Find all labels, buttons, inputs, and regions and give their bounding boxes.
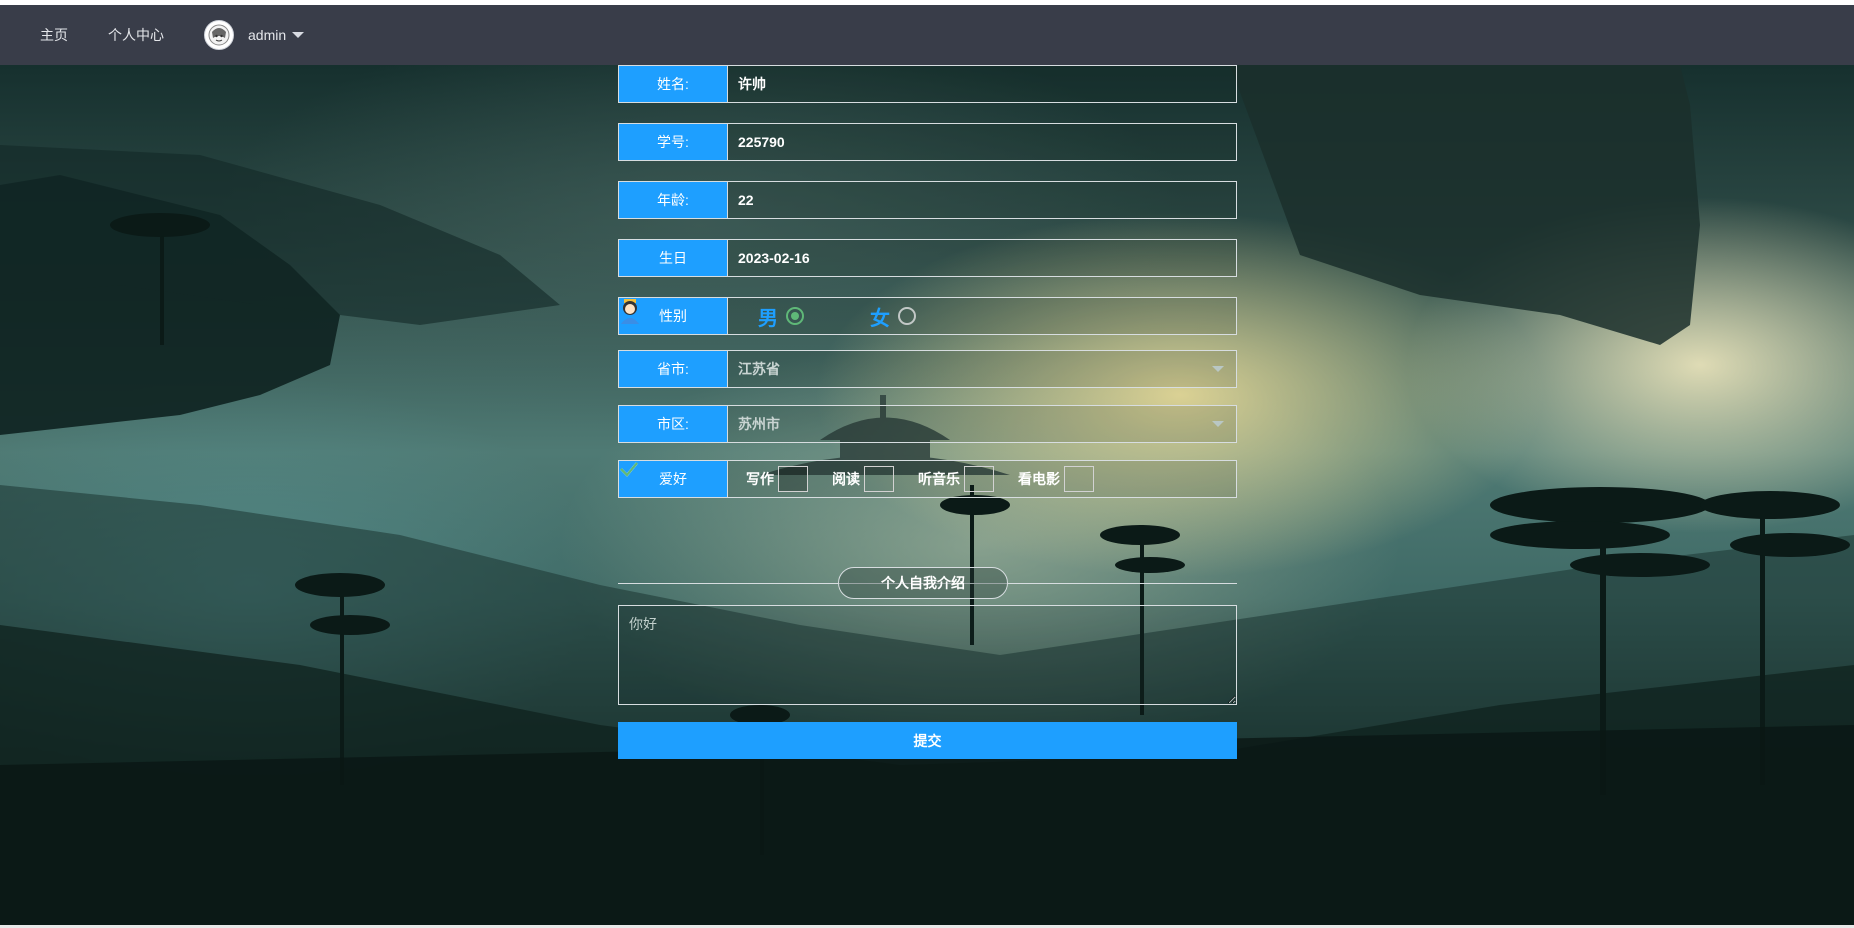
gender-female-radio[interactable]	[898, 307, 916, 325]
student-id-row: 学号: 225790	[618, 123, 1237, 161]
hobby-reading-label: 阅读	[832, 471, 860, 487]
top-navbar: 主页 个人中心 admin	[0, 5, 1854, 65]
user-menu[interactable]: admin	[204, 5, 305, 65]
gender-row: 性别 男 女	[618, 297, 1237, 335]
age-label: 年龄:	[619, 182, 728, 218]
check-icon	[620, 462, 638, 477]
province-value: 江苏省	[738, 362, 780, 378]
birthday-label: 生日	[619, 240, 728, 276]
hobby-options: 写作 阅读 听音乐 看电影	[620, 461, 1236, 497]
hobby-writing-checkbox[interactable]	[620, 462, 808, 492]
gender-female-option[interactable]: 女	[621, 301, 954, 331]
intro-title: 个人自我介绍	[838, 567, 1008, 599]
hobby-row: 爱好 写作 阅读 听音乐 看电影	[618, 460, 1237, 498]
student-id-input[interactable]: 225790	[728, 124, 1236, 160]
province-label: 省市:	[619, 351, 728, 387]
avatar-face-icon	[208, 24, 230, 46]
avatar	[204, 20, 234, 50]
male-avatar-icon	[621, 299, 752, 329]
nav-home-link[interactable]: 主页	[40, 5, 68, 65]
hobby-movies-checkbox[interactable]	[620, 462, 1094, 492]
background-scene: 姓名: 许帅 学号: 225790 年龄: 22 生日 2023-02-16 性…	[0, 65, 1854, 925]
submit-button[interactable]: 提交	[618, 722, 1237, 759]
city-select[interactable]: 苏州市	[728, 406, 1236, 442]
birthday-row: 生日 2023-02-16	[618, 239, 1237, 277]
chevron-down-icon	[1212, 366, 1224, 372]
hobby-music-label: 听音乐	[918, 471, 960, 487]
gender-options: 男 女	[621, 298, 1236, 334]
city-row: 市区: 苏州市	[618, 405, 1237, 443]
chevron-down-icon	[1212, 421, 1224, 427]
name-input[interactable]: 许帅	[728, 66, 1236, 102]
hobby-music-checkbox[interactable]	[620, 462, 994, 492]
hobby-movies[interactable]: 看电影	[620, 462, 1094, 492]
username-label: admin	[248, 27, 287, 43]
female-avatar-icon	[621, 301, 864, 329]
chevron-down-icon	[292, 32, 305, 38]
name-row: 姓名: 许帅	[618, 65, 1237, 103]
hobby-reading-checkbox[interactable]	[620, 462, 894, 492]
city-value: 苏州市	[738, 417, 780, 433]
province-row: 省市: 江苏省	[618, 350, 1237, 388]
gender-male-radio[interactable]	[786, 307, 804, 325]
gender-male-text: 男	[758, 305, 778, 330]
hobby-reading[interactable]: 阅读	[620, 462, 894, 492]
hobby-writing-label: 写作	[746, 471, 774, 487]
hobby-writing[interactable]: 写作	[620, 462, 808, 492]
province-select[interactable]: 江苏省	[728, 351, 1236, 387]
gender-female-text: 女	[870, 305, 890, 330]
city-label: 市区:	[619, 406, 728, 442]
hobby-movies-label: 看电影	[1018, 471, 1060, 487]
gender-male-option[interactable]: 男	[621, 299, 842, 331]
hobby-music[interactable]: 听音乐	[620, 462, 994, 492]
birthday-input[interactable]: 2023-02-16	[728, 240, 1236, 276]
name-label: 姓名:	[619, 66, 728, 102]
age-input[interactable]: 22	[728, 182, 1236, 218]
student-id-label: 学号:	[619, 124, 728, 160]
intro-textarea[interactable]: 你好	[618, 605, 1237, 705]
nav-profile-link[interactable]: 个人中心	[108, 5, 164, 65]
age-row: 年龄: 22	[618, 181, 1237, 219]
